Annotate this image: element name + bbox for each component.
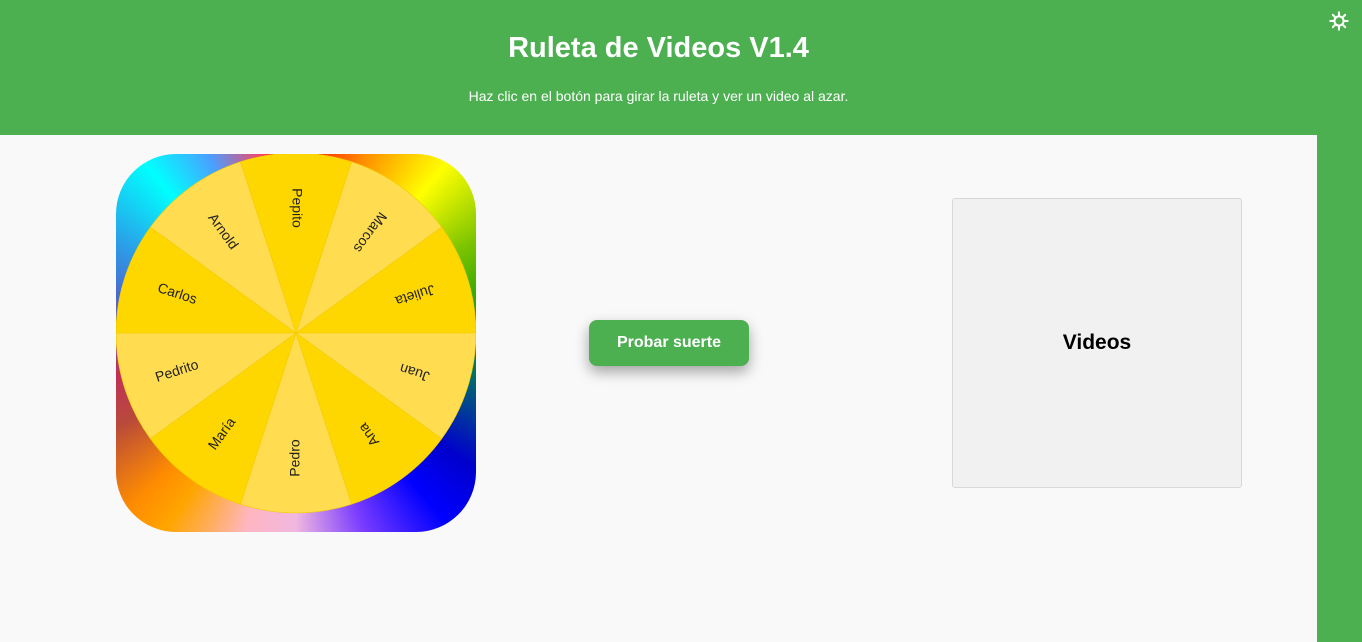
page-title: Ruleta de Videos V1.4 bbox=[508, 32, 809, 64]
right-sidebar bbox=[1317, 0, 1362, 642]
spin-button[interactable]: Probar suerte bbox=[589, 320, 749, 366]
videos-label: Videos bbox=[1062, 331, 1132, 354]
videos-panel: Videos bbox=[952, 198, 1242, 488]
roulette-wheel[interactable]: Pepito Marcos Julieta Juan Ana Pedro María Pedr… bbox=[116, 154, 476, 532]
page-subtitle: Haz clic en el botón para girar la rulet… bbox=[468, 88, 849, 104]
wheel-segment-label: Pedro bbox=[287, 439, 303, 477]
header-banner: Ruleta de Videos V1.4 Haz clic en el bot… bbox=[0, 0, 1317, 135]
gear-icon[interactable] bbox=[1328, 10, 1350, 32]
wheel-segment-label: Pepito bbox=[289, 188, 305, 228]
